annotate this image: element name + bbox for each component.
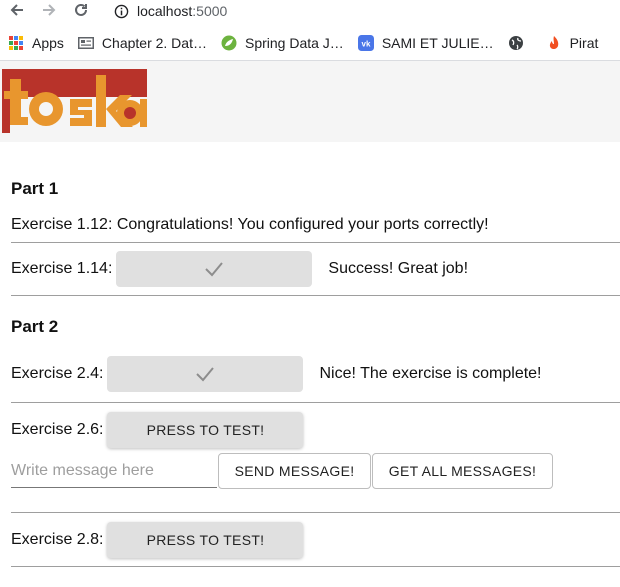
- document-icon: [77, 35, 94, 51]
- bookmark-label: Pirat: [569, 34, 599, 51]
- bookmark-globe[interactable]: [508, 35, 532, 51]
- exercise-2-8-row: Exercise 2.8: PRESS TO TEST!: [11, 522, 620, 558]
- forward-arrow-icon: [43, 4, 56, 16]
- divider: [11, 566, 620, 567]
- exercise-2-6-row: Exercise 2.6: PRESS TO TEST!: [11, 412, 620, 448]
- part1-heading: Part 1: [11, 179, 59, 198]
- back-arrow-icon: [10, 4, 23, 16]
- globe-icon: [508, 35, 524, 51]
- checkmark-icon: [196, 367, 215, 382]
- exercise-1-12-text: Exercise 1.12: Congratulations! You conf…: [11, 216, 489, 233]
- url-host: localhost: [137, 3, 193, 19]
- bookmark-chapter2[interactable]: Chapter 2. Dat…: [77, 34, 207, 51]
- send-message-button[interactable]: SEND MESSAGE!: [218, 453, 371, 489]
- forward-button[interactable]: [39, 0, 59, 20]
- browser-toolbar: localhost:5000: [0, 0, 620, 25]
- reload-button[interactable]: [71, 0, 91, 20]
- svg-text:vk: vk: [361, 39, 370, 48]
- divider: [11, 295, 620, 296]
- exercise-2-8-label: Exercise 2.8:: [11, 531, 104, 548]
- exercise-1-14-button[interactable]: [116, 251, 313, 287]
- flame-icon: [546, 35, 562, 51]
- exercise-2-6-label: Exercise 2.6:: [11, 421, 104, 438]
- exercise-2-4-button[interactable]: [107, 356, 304, 392]
- bookmark-label: Spring Data J…: [244, 34, 344, 51]
- reload-icon: [75, 3, 87, 16]
- bookmark-label: Apps: [32, 34, 64, 51]
- back-button[interactable]: [7, 0, 27, 20]
- exercise-2-4-row: Exercise 2.4: Nice! The exercise is comp…: [11, 356, 620, 392]
- bookmark-pirate[interactable]: Pirat: [546, 34, 599, 51]
- message-form-row: SEND MESSAGE! GET ALL MESSAGES!: [11, 453, 620, 489]
- get-all-messages-button[interactable]: GET ALL MESSAGES!: [372, 453, 553, 489]
- bookmark-label: Chapter 2. Dat…: [101, 34, 207, 51]
- vk-icon: vk: [357, 34, 374, 51]
- exercise-2-8-test-button[interactable]: PRESS TO TEST!: [107, 522, 304, 558]
- bookmarks-bar: Apps Chapter 2. Dat… Spring Data J… vk S…: [0, 25, 620, 61]
- divider: [11, 512, 620, 513]
- exercise-1-14-label: Exercise 1.14:: [11, 260, 113, 277]
- url-port: :5000: [192, 3, 228, 19]
- bookmark-label: SAMI ET JULIE…: [381, 34, 494, 51]
- site-header: [0, 61, 620, 142]
- info-icon[interactable]: [114, 4, 129, 19]
- part2-heading: Part 2: [11, 317, 59, 336]
- exercise-2-6-test-button[interactable]: PRESS TO TEST!: [107, 412, 304, 448]
- apps-grid-icon: [8, 35, 24, 51]
- checkmark-icon: [205, 262, 224, 277]
- exercise-1-14-row: Exercise 1.14: Success! Great job!: [11, 243, 620, 295]
- exercise-1-14-status: Success! Great job!: [328, 260, 469, 277]
- exercise-2-4-status: Nice! The exercise is complete!: [319, 365, 542, 382]
- divider: [11, 402, 620, 403]
- address-bar[interactable]: localhost:5000: [104, 0, 620, 22]
- bookmark-apps[interactable]: Apps: [8, 35, 64, 51]
- bookmark-spring-data[interactable]: Spring Data J…: [221, 35, 344, 51]
- message-input[interactable]: [11, 454, 217, 488]
- toska-logo: [2, 69, 147, 133]
- bookmark-sami[interactable]: vk SAMI ET JULIE…: [357, 34, 494, 51]
- spring-leaf-icon: [221, 35, 237, 51]
- main-content: Part 1 Exercise 1.12: Congratulations! Y…: [0, 179, 620, 567]
- exercise-2-4-label: Exercise 2.4:: [11, 365, 104, 382]
